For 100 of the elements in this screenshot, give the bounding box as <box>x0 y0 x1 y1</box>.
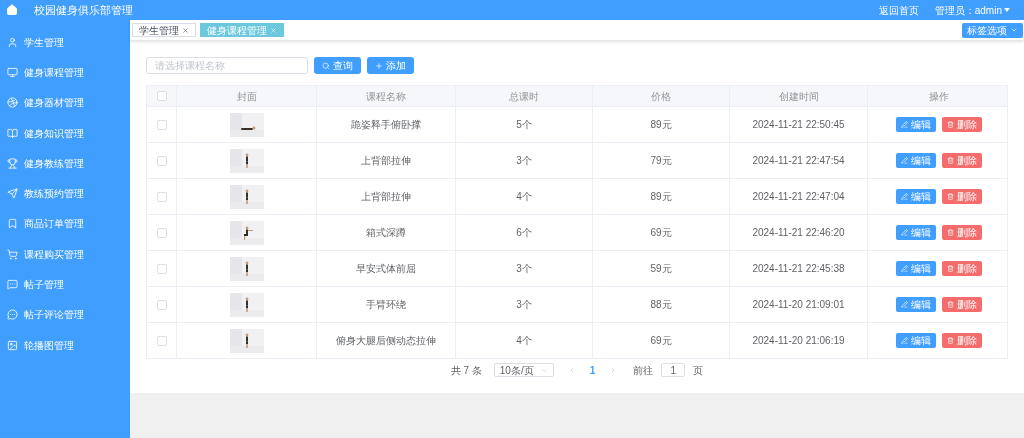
table-cell-text: 2024-11-21 22:46:20 <box>752 226 845 240</box>
sidebar-item[interactable]: 健身知识管理 <box>0 117 130 149</box>
table-cell-text: 4个 <box>516 334 532 348</box>
add-button[interactable]: 添加 <box>367 57 414 74</box>
home-link[interactable]: 返回首页 <box>878 2 919 18</box>
delete-button[interactable]: 删除 <box>941 189 982 204</box>
trophy-icon <box>7 157 18 169</box>
checkbox[interactable] <box>156 263 167 274</box>
sidebar-item[interactable]: 商品订单管理 <box>0 208 130 240</box>
chevron-down-icon <box>540 366 548 374</box>
goto-label: 前往 <box>633 363 654 378</box>
column-header: 课程名称 <box>366 89 406 104</box>
table-cell-text: 2024-11-20 21:09:01 <box>752 298 845 312</box>
table-cell-text: 早安式体前屈 <box>356 262 416 276</box>
image-icon <box>7 339 18 351</box>
pencil-icon <box>900 157 908 164</box>
sidebar-item[interactable]: 健身器材管理 <box>0 87 130 118</box>
checkbox[interactable] <box>156 91 167 101</box>
column-header: 创建时间 <box>778 89 819 104</box>
column-header: 价格 <box>651 89 671 104</box>
column-header: 总课时 <box>509 89 539 104</box>
edit-button[interactable]: 编辑 <box>895 189 936 204</box>
table-cell-text: 俯身大腿后侧动态拉伸 <box>336 334 436 348</box>
table-cell-text: 69元 <box>650 226 672 240</box>
search-button[interactable]: 查询 <box>314 57 361 74</box>
checkbox[interactable] <box>156 335 167 346</box>
table-cell-text: 2024-11-20 21:06:19 <box>752 334 845 348</box>
edit-button[interactable]: 编辑 <box>895 117 936 132</box>
trash-icon <box>946 301 954 308</box>
table-cell-text: 2024-11-21 22:47:54 <box>752 154 845 168</box>
sidebar-item[interactable]: 学生管理 <box>0 27 130 58</box>
table-cell-text: 上背部拉伸 <box>361 154 411 168</box>
delete-button[interactable]: 删除 <box>941 153 982 168</box>
table-cell-text: 59元 <box>650 262 672 276</box>
table-cell-text: 箱式深蹲 <box>366 226 406 240</box>
checkbox[interactable] <box>156 119 167 130</box>
paper-plane-icon <box>7 188 18 200</box>
checkbox[interactable] <box>156 299 167 310</box>
sidebar-item[interactable]: 帖子评论管理 <box>0 299 130 330</box>
message-icon <box>7 279 18 290</box>
pencil-icon <box>900 301 908 308</box>
user-icon <box>7 36 18 48</box>
sidebar-item[interactable]: 轮播图管理 <box>0 329 130 361</box>
home-icon[interactable] <box>6 4 18 16</box>
page-size-select[interactable]: 10条/页 <box>493 363 554 377</box>
sidebar-item[interactable]: 健身教练管理 <box>0 148 130 179</box>
user-menu[interactable]: 管理员：admin <box>934 2 1010 18</box>
pencil-icon <box>900 337 908 344</box>
delete-button[interactable]: 删除 <box>941 225 982 240</box>
table-cell-text: 跪姿释手俯卧撑 <box>351 118 421 132</box>
tag-options-button[interactable]: 标签选项 <box>962 22 1023 38</box>
edit-button[interactable]: 编辑 <box>895 261 936 276</box>
checkbox[interactable] <box>156 191 167 202</box>
table-cell-text: 3个 <box>516 154 532 168</box>
delete-button[interactable]: 删除 <box>941 333 982 348</box>
checkbox[interactable] <box>156 227 167 238</box>
pencil-icon <box>900 193 908 200</box>
table-cell-text: 2024-11-21 22:45:38 <box>752 262 845 276</box>
chat-icon <box>7 309 18 321</box>
delete-button[interactable]: 删除 <box>941 297 982 312</box>
trash-icon <box>946 121 954 128</box>
page-suffix: 页 <box>693 363 704 378</box>
sidebar-item[interactable]: 帖子管理 <box>0 269 130 300</box>
table-cell-text: 2024-11-21 22:47:04 <box>752 190 845 204</box>
table-cell-text: 89元 <box>650 118 672 132</box>
edit-button[interactable]: 编辑 <box>895 333 936 348</box>
table-cell-text: 69元 <box>650 334 672 348</box>
delete-button[interactable]: 删除 <box>941 117 982 132</box>
total-count: 共 7 条 <box>450 363 482 378</box>
table-cell-text: 4个 <box>516 190 532 204</box>
sidebar-item[interactable]: 健身课程管理 <box>0 57 130 88</box>
column-header: 操作 <box>928 89 949 104</box>
table-cell-text: 3个 <box>516 298 532 312</box>
pencil-icon <box>900 265 908 272</box>
table-cell-text: 79元 <box>650 154 672 168</box>
edit-button[interactable]: 编辑 <box>895 297 936 312</box>
pencil-icon <box>900 229 908 236</box>
trash-icon <box>946 193 954 200</box>
trash-icon <box>946 337 954 344</box>
page-number[interactable]: 1 <box>583 362 602 378</box>
book-icon <box>7 127 18 139</box>
table-cell-text: 手臂环绕 <box>366 298 406 312</box>
checkbox[interactable] <box>156 155 167 166</box>
monitor-icon <box>7 66 18 78</box>
bookmark-icon <box>7 218 18 230</box>
table-cell-text: 2024-11-21 22:50:45 <box>752 118 845 132</box>
close-icon[interactable] <box>182 26 189 34</box>
delete-button[interactable]: 删除 <box>941 261 982 276</box>
edit-button[interactable]: 编辑 <box>895 225 936 240</box>
page-tab[interactable]: 健身课程管理 <box>200 23 284 37</box>
page-input[interactable]: 1 <box>661 363 686 377</box>
edit-button[interactable]: 编辑 <box>895 153 936 168</box>
search-icon <box>322 61 330 70</box>
cart-icon <box>7 248 18 260</box>
table-cell-text: 6个 <box>516 226 532 240</box>
trash-icon <box>946 265 954 272</box>
page-tab[interactable]: 学生管理 <box>132 23 196 37</box>
sidebar-item[interactable]: 课程购买管理 <box>0 239 130 270</box>
sidebar-item[interactable]: 教练预约管理 <box>0 178 130 209</box>
trash-icon <box>946 229 954 236</box>
